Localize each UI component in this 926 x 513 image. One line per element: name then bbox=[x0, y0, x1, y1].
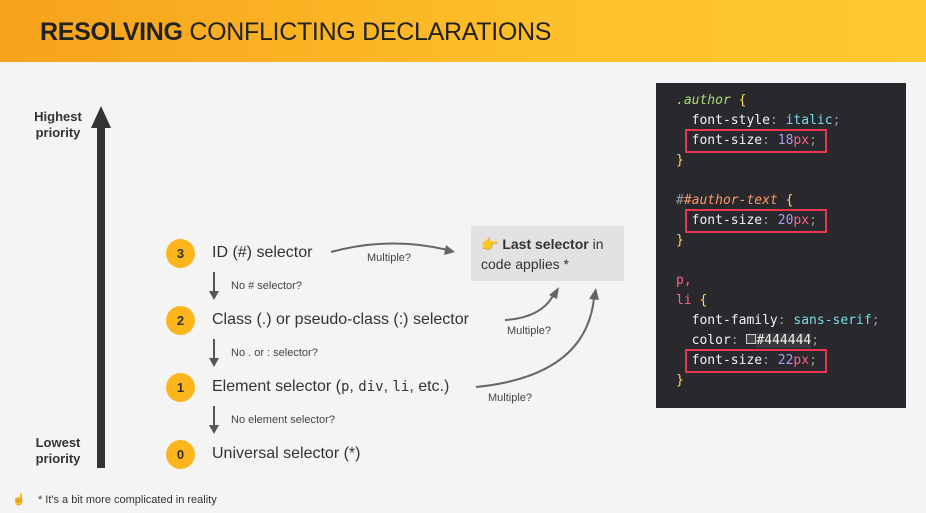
text: Element selector ( bbox=[212, 378, 341, 395]
class-selector-label: Class (.) or pseudo-class (:) selector bbox=[212, 311, 469, 328]
property: font-size bbox=[691, 133, 763, 148]
level-badge: 3 bbox=[166, 239, 195, 268]
element-selector-label: Element selector (p, div, li, etc.) bbox=[212, 378, 449, 396]
code: li bbox=[392, 379, 410, 395]
question-label: No # selector? bbox=[231, 280, 302, 292]
level-badge: 2 bbox=[166, 306, 195, 335]
down-arrow-head bbox=[209, 291, 219, 300]
value: 18 bbox=[777, 133, 794, 148]
value: 22 bbox=[777, 353, 794, 368]
down-arrow-head bbox=[209, 358, 219, 367]
id-selector-label: ID (#) selector bbox=[212, 244, 313, 261]
property: font-size bbox=[691, 353, 763, 368]
priority-arrow bbox=[91, 106, 111, 468]
property: color bbox=[691, 333, 731, 348]
multiple-label: Multiple? bbox=[367, 252, 412, 264]
color-swatch bbox=[746, 334, 757, 344]
unit: px bbox=[793, 213, 810, 228]
selector: #author-text bbox=[683, 193, 778, 208]
pointing-up-icon: ☝ bbox=[12, 494, 26, 506]
property: font-size bbox=[691, 213, 763, 228]
value: #444444 bbox=[756, 333, 812, 348]
universal-selector-label: Universal selector (*) bbox=[212, 445, 361, 462]
pointing-hand-icon: 👉 bbox=[481, 236, 499, 252]
multiple-label: Multiple? bbox=[488, 392, 533, 404]
selector: li bbox=[676, 293, 692, 308]
code-panel: .author { font-style: italic; font-size:… bbox=[656, 83, 906, 408]
selector: .author bbox=[676, 93, 731, 108]
footnote: ☝ * It's a bit more complicated in reali… bbox=[12, 493, 217, 506]
footnote-text: * It's a bit more complicated in reality bbox=[37, 494, 217, 506]
property: font-family bbox=[691, 313, 778, 328]
down-arrow-head bbox=[209, 425, 219, 434]
selector: p, bbox=[676, 273, 692, 288]
level-badge: 0 bbox=[166, 440, 195, 469]
property: font-style bbox=[691, 113, 770, 128]
question-label: No element selector? bbox=[231, 414, 335, 426]
unit: px bbox=[793, 353, 810, 368]
level-badge: 1 bbox=[166, 373, 195, 402]
unit: px bbox=[793, 133, 810, 148]
result-bold: Last selector bbox=[502, 236, 589, 252]
result-box: 👉 Last selector in code applies * bbox=[471, 226, 624, 281]
question-label: No . or : selector? bbox=[231, 347, 318, 359]
value: italic bbox=[785, 113, 833, 128]
text: , bbox=[349, 378, 359, 395]
text: , etc.) bbox=[409, 378, 450, 395]
code: div bbox=[358, 379, 384, 395]
multiple-label: Multiple? bbox=[507, 325, 552, 337]
value: 20 bbox=[777, 213, 794, 228]
curve-arrow-id bbox=[330, 242, 449, 253]
curve-arrow-element bbox=[475, 297, 595, 388]
curve-arrow-class bbox=[504, 295, 554, 321]
value: sans-serif bbox=[793, 313, 872, 328]
